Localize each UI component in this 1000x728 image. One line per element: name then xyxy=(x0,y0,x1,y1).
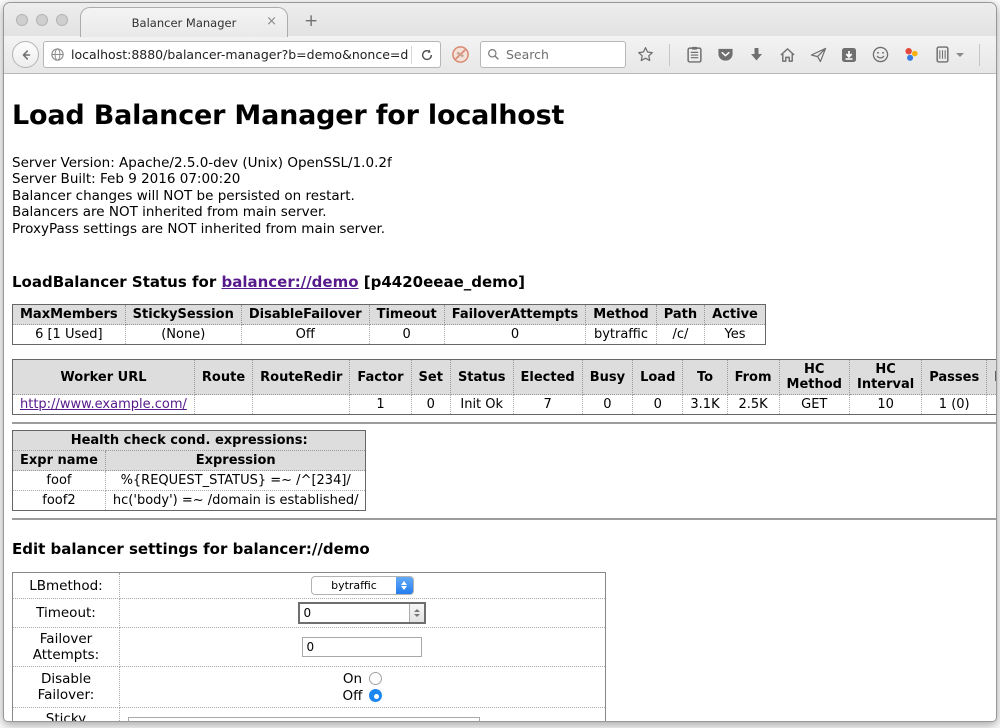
clipboard-icon[interactable] xyxy=(685,46,703,64)
failover-on-radio[interactable] xyxy=(369,672,382,685)
failover-off-radio[interactable] xyxy=(369,689,382,702)
sticky-session-hint: (Use '-' to delete) xyxy=(480,719,599,721)
page-title: Load Balancer Manager for localhost xyxy=(12,100,996,131)
edit-balancer-form: LBmethod: bytraffic Timeout: xyxy=(12,572,606,721)
timeout-label: Timeout: xyxy=(13,599,120,628)
notice-persist: Balancer changes will NOT be persisted o… xyxy=(12,188,996,204)
disable-failover-row: Disable Failover: On Off xyxy=(13,667,606,708)
notice-inherit: Balancers are NOT inherited from main se… xyxy=(12,204,996,220)
window-close-button[interactable] xyxy=(16,14,28,26)
toolbar-icons xyxy=(636,44,997,66)
sticky-session-row: Sticky Session: (Use '-' to delete) xyxy=(13,708,606,721)
container-icon[interactable] xyxy=(933,46,951,64)
search-bar[interactable]: Search xyxy=(480,41,626,68)
failover-attempts-row: Failover Attempts: xyxy=(13,628,606,667)
edit-settings-heading: Edit balancer settings for balancer://de… xyxy=(12,540,996,558)
pocket-icon[interactable] xyxy=(716,46,734,64)
timeout-input[interactable] xyxy=(298,602,426,624)
sticky-session-label: Sticky Session: xyxy=(13,708,120,721)
balancer-demo-link[interactable]: balancer://demo xyxy=(221,273,358,291)
reload-button[interactable] xyxy=(414,48,440,62)
loadbalancer-status-heading: LoadBalancer Status for balancer://demo … xyxy=(12,273,996,291)
back-icon xyxy=(19,48,33,62)
window-zoom-button[interactable] xyxy=(56,14,68,26)
url-text[interactable]: localhost:8880/balancer-manager?b=demo&n… xyxy=(71,47,409,62)
table-row: http://www.example.com/ 1 0 Init Ok 7 0 … xyxy=(13,395,997,415)
blocked-plugin-icon[interactable] xyxy=(451,45,470,64)
section-divider xyxy=(12,518,996,520)
lbmethod-label: LBmethod: xyxy=(13,573,120,599)
window-minimize-button[interactable] xyxy=(36,14,48,26)
search-icon xyxy=(487,48,500,61)
section-divider xyxy=(12,422,996,424)
tab-title: Balancer Manager xyxy=(132,16,237,30)
send-icon[interactable] xyxy=(809,46,827,64)
failover-attempts-label: Failover Attempts: xyxy=(13,628,120,667)
square-download-icon[interactable] xyxy=(840,46,858,64)
server-built: Server Built: Feb 9 2016 07:00:20 xyxy=(12,171,996,187)
balancer-status-table: MaxMembers StickySession DisableFailover… xyxy=(12,304,766,345)
radio-off-label: Off xyxy=(343,688,363,704)
server-version: Server Version: Apache/2.5.0-dev (Unix) … xyxy=(12,155,996,171)
health-table-title: Health check cond. expressions: xyxy=(13,431,366,451)
menu-icon[interactable] xyxy=(995,46,997,64)
new-tab-button[interactable]: + xyxy=(304,11,318,31)
star-icon[interactable] xyxy=(636,46,654,64)
disable-failover-label: Disable Failover: xyxy=(13,667,120,708)
worker-table: Worker URL Route RouteRedir Factor Set S… xyxy=(12,359,996,415)
table-header-row: MaxMembers StickySession DisableFailover… xyxy=(13,305,766,325)
select-stepper-icon xyxy=(396,576,413,595)
table-header-row: Expr name Expression xyxy=(13,451,366,471)
timeout-row: Timeout: xyxy=(13,599,606,628)
worker-url-link[interactable]: http://www.example.com/ xyxy=(20,397,187,412)
radio-on-label: On xyxy=(343,671,362,687)
table-row: foof %{REQUEST_STATUS} =~ /^[234]/ xyxy=(13,471,366,491)
search-placeholder: Search xyxy=(506,47,549,62)
health-check-table: Health check cond. expressions: Expr nam… xyxy=(12,430,366,511)
globe-icon xyxy=(50,47,65,62)
back-button[interactable] xyxy=(12,41,39,68)
tab-close-icon[interactable]: × xyxy=(266,14,277,29)
browser-window: Balancer Manager × + localhost:8880/bala… xyxy=(3,2,997,722)
table-row: foof2 hc('body') =~ /domain is establish… xyxy=(13,491,366,511)
browser-tab[interactable]: Balancer Manager × xyxy=(80,7,288,37)
navigation-toolbar: localhost:8880/balancer-manager?b=demo&n… xyxy=(4,36,996,74)
chat-smiley-icon[interactable] xyxy=(871,46,889,64)
table-row: 6 [1 Used] (None) Off 0 0 bytraffic /c/ … xyxy=(13,325,766,345)
lbmethod-row: LBmethod: bytraffic xyxy=(13,573,606,599)
table-header-row: Worker URL Route RouteRedir Factor Set S… xyxy=(13,360,997,395)
page-content: Load Balancer Manager for localhost Serv… xyxy=(4,74,996,721)
tab-bar: Balancer Manager × + xyxy=(4,3,996,36)
failover-attempts-input[interactable] xyxy=(302,637,422,657)
sticky-session-input[interactable] xyxy=(128,717,480,721)
screenshot-canvas: Balancer Manager × + localhost:8880/bala… xyxy=(0,0,1000,728)
download-icon[interactable] xyxy=(747,46,765,64)
dropdown-caret-icon[interactable] xyxy=(956,53,964,57)
number-stepper-icon[interactable] xyxy=(409,604,424,622)
notice-proxypass: ProxyPass settings are NOT inherited fro… xyxy=(12,221,996,237)
lbmethod-select[interactable]: bytraffic xyxy=(311,576,414,595)
colored-dots-icon[interactable] xyxy=(902,46,920,64)
url-bar[interactable]: localhost:8880/balancer-manager?b=demo&n… xyxy=(43,41,441,68)
home-icon[interactable] xyxy=(778,46,796,64)
